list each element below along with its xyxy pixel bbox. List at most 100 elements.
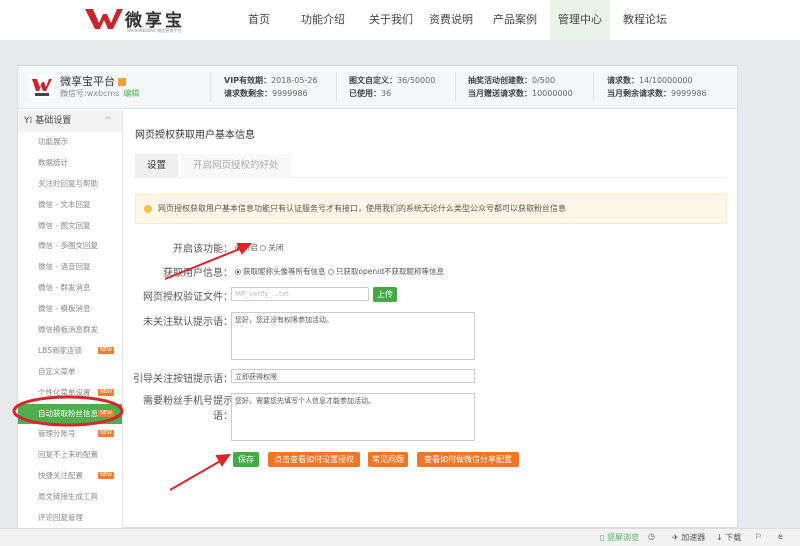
new-badge: NEW [98,409,114,417]
enable-on-radio[interactable] [235,245,241,251]
sidebar-item[interactable]: 自动获取粉丝信息 NEW [18,403,122,425]
sidebar-item[interactable]: 回复不上来的配置 [18,445,122,466]
settings-icon: Y⁞ [24,116,36,126]
chevron-up-icon: ^ [104,116,112,126]
brand-logo[interactable]: 微享宝 WAIXIANGBAO 微信营销平台 [85,6,185,33]
stat-lottery: 抽奖活动创建数：0/500 [468,76,556,85]
tab-benefits[interactable]: 开启网页授权的好处 [181,154,291,178]
sidebar-item-label: 评论回复管理 [38,513,83,523]
sidebar-item-label: 自定义菜单 [38,366,76,376]
tab-settings[interactable]: 设置 [135,154,179,178]
account-wechat-id: 微信号:wxbcms 编辑 [60,89,140,98]
sidebar-item-label: LBS商家连锁 [38,345,82,355]
sidebar-section-basic[interactable]: Y⁞ 基础设置 ^ [18,110,122,132]
sidebar-item-label: 微信 - 语音回复 [38,262,91,272]
stat-news: 图文自定义：36/50000 [349,76,436,85]
nav-admin[interactable]: 管理中心 [550,0,610,40]
save-button[interactable]: 保存 [233,452,259,467]
new-badge: NEW [98,430,114,438]
info-label: 获取用户信息： [163,268,233,279]
new-badge: NEW [98,388,114,396]
info-tip: 网页授权获取用户基本信息功能只有认证服务号才有接口，使用我们的系统无论什么类型公… [135,194,727,224]
sidebar-item[interactable]: 微信 - 图文回复 [18,216,122,237]
stat-req-left: 请求数剩余：9999986 [224,89,308,98]
guide-label: 引导关注按钮提示语： [133,374,233,385]
sidebar-item-label: 个性化菜单设置 [38,387,91,397]
enable-off-radio[interactable] [260,245,267,251]
info-openid-radio[interactable] [327,269,334,275]
sidebar-item[interactable]: 快捷关注配置 NEW [18,466,122,487]
sidebar-item[interactable]: 个性化菜单设置 NEW [18,383,122,404]
sidebar-item[interactable]: 自定义菜单 [18,362,122,383]
sidebar-item-label: 功能展示 [38,137,68,146]
guide-input[interactable]: 立即获得权限 [231,369,475,383]
sidebar-item[interactable]: 数据统计 [18,153,122,174]
edit-link[interactable]: 编辑 [123,89,139,98]
sidebar-item-label: 管理分账号 [38,429,76,439]
sidebar-item-label: 微信 - 文本回复 [38,199,91,209]
info-all-radio[interactable] [235,269,241,275]
account-avatar [30,74,54,98]
enable-label: 开启该功能： [173,244,233,255]
accelerator-button[interactable]: ✈ 加速器 [672,532,705,543]
sidebar-item[interactable]: 评论回复管理 [18,508,122,529]
sidebar-item[interactable]: 微信模板消息群发 [18,320,122,341]
lightbulb-icon [144,204,152,213]
sidebar-item-label: 自动获取粉丝信息 [38,408,98,418]
enable-radio-group: 开启 关闭 [235,242,283,253]
share-config-button[interactable]: 查看如何做微信分享配置 [417,452,519,467]
sidebar-item[interactable]: 管理分账号 NEW [18,424,122,445]
view-mode-button[interactable]: ▯ 竖屏浏览 [600,532,639,543]
sidebar-item[interactable]: LBS商家连锁 NEW [18,341,122,362]
sidebar-item[interactable]: 微信 - 语音回复 [18,257,122,278]
admin-panel: 微享宝平台 微信号:wxbcms 编辑 VIP有效期：2018-05-26 请求数… [17,65,738,528]
flag-icon[interactable]: ⚐ [755,532,762,541]
sidebar-item-label: 微信 - 多图文回复 [38,241,98,251]
stat-vip: VIP有效期：2018-05-26 [224,76,318,85]
stat-month-left: 当月剩余请求数：9999986 [607,89,707,98]
account-name: 微享宝平台 [60,73,126,89]
sidebar-item-label: 微信 - 群发消息 [38,283,91,293]
nav-cases[interactable]: 产品案例 [488,0,542,40]
sidebar: Y⁞ 基础设置 ^ 功能展示数据统计关注时回复与帮助 微信 - 文本回复微信 - 图… [18,110,123,528]
sidebar-item[interactable]: 原文链接生成工具 [18,487,122,508]
sidebar-item[interactable]: 微信 - 多图文回复 [18,236,122,257]
account-info-bar: 微享宝平台 微信号:wxbcms 编辑 VIP有效期：2018-05-26 请求数… [18,66,737,109]
phone-textarea[interactable]: 您好，需要您先填写个人信息才能参加活动。 [231,393,475,441]
faq-button[interactable]: 常见问题 [368,452,408,467]
stat-used: 已使用：36 [349,89,392,98]
sidebar-item[interactable]: 关注时回复与帮助 [18,174,122,195]
download-button[interactable]: ↓ 下载 [716,532,741,543]
info-radio-group: 获取昵称头像等所有信息 只获取openid不获取昵称等信息 [235,266,444,277]
stat-monthly: 当月赠送请求数：10000000 [468,89,573,98]
file-label: 网页授权验证文件： [143,292,233,303]
clock-icon[interactable]: ◷ [648,532,655,541]
nav-forum[interactable]: 教程论坛 [618,0,672,40]
sidebar-item-label: 数据统计 [38,157,68,167]
sidebar-item-label: 微信 - 模板消息 [38,304,91,314]
new-badge: NEW [98,472,114,480]
upload-button[interactable]: 上传 [373,287,397,302]
nav-pricing[interactable]: 资费说明 [424,0,478,40]
nav-home[interactable]: 首页 [240,0,278,40]
sidebar-item[interactable]: 微信 - 模板消息 [18,299,122,320]
sidebar-item-label: 原文链接生成工具 [38,492,98,502]
file-input[interactable]: MP_verify_…txt [231,287,369,301]
brand-subtitle: WAIXIANGBAO 微信营销平台 [127,28,182,33]
top-header: 微享宝 WAIXIANGBAO 微信营销平台 首页 功能介绍 关于我们 资费说明… [0,0,800,40]
browser-icon[interactable]: e [778,532,783,541]
page-title: 网页授权获取用户基本信息 [135,130,255,141]
sidebar-item-label: 关注时回复与帮助 [38,178,98,188]
unfollow-textarea[interactable]: 您好，您还没有权限参加活动。 [231,312,475,360]
sidebar-item[interactable]: 微信 - 文本回复 [18,195,122,216]
sidebar-item-label: 快捷关注配置 [38,471,83,481]
sidebar-item[interactable]: 功能展示 [18,132,122,153]
howto-auth-button[interactable]: 点击查看如何设置授权 [268,452,360,467]
nav-about[interactable]: 关于我们 [364,0,418,40]
nav-features[interactable]: 功能介绍 [296,0,350,40]
logo-w-icon [85,8,123,29]
sidebar-item-label: 回复不上来的配置 [38,450,98,460]
vip-crown-icon [118,78,126,86]
sidebar-item-label: 微信模板消息群发 [38,325,98,335]
sidebar-item[interactable]: 微信 - 群发消息 [18,278,122,299]
